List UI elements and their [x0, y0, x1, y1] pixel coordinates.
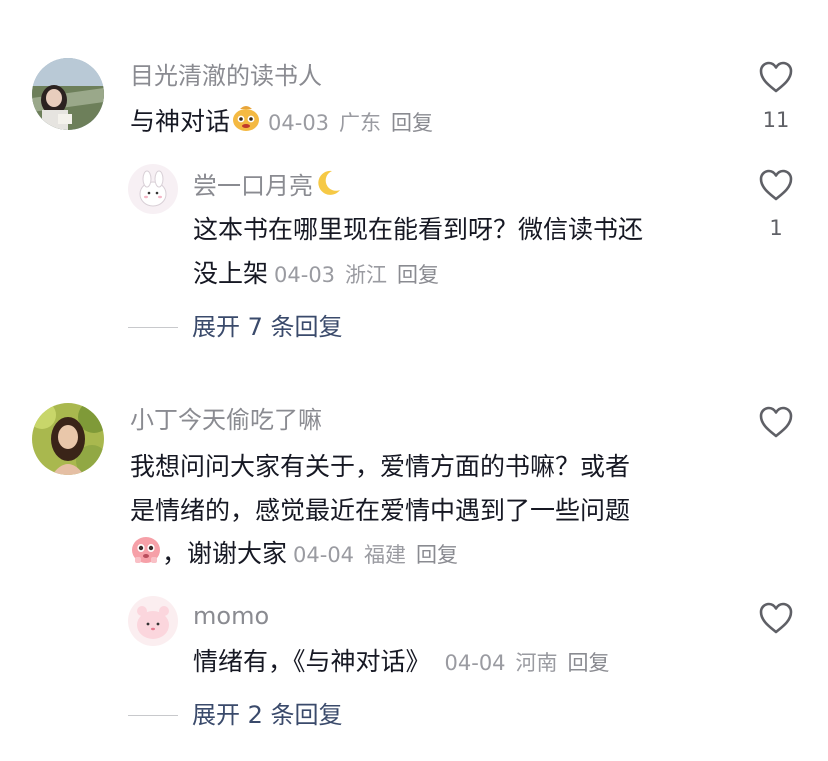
username-text: 尝一口月亮: [193, 172, 313, 200]
like-count: 11: [762, 108, 790, 132]
heart-icon: [759, 61, 793, 93]
avatar[interactable]: [32, 58, 104, 130]
reply-button[interactable]: 回复: [416, 543, 458, 567]
comment-text-line3: ，谢谢大家 04-04 福建 回复: [130, 533, 458, 577]
crescent-moon-emoji: [313, 168, 343, 206]
comment-body: 与神对话: [130, 107, 231, 136]
like-button[interactable]: [756, 405, 796, 439]
comment-text: 与神对话 04-03 广东 回复: [130, 101, 433, 145]
expand-replies-label: 展开 7 条回复: [192, 313, 343, 341]
reply-text-line1: 这本书在哪里现在能看到呀？微信读书还: [193, 215, 644, 244]
pleading-face-emoji: [130, 533, 162, 577]
username[interactable]: momo: [193, 600, 269, 632]
reply-button[interactable]: 回复: [568, 651, 610, 675]
divider: [128, 714, 178, 716]
avatar[interactable]: [128, 164, 178, 214]
reply-location: 浙江: [345, 263, 388, 287]
like-button[interactable]: [756, 60, 796, 94]
comment-text-line2: 是情绪的，感觉最近在爱情中遇到了一些问题: [130, 496, 631, 525]
comment-text-line1: 我想问问大家有关于，爱情方面的书嘛？或者: [130, 452, 631, 481]
reply-button[interactable]: 回复: [391, 111, 433, 135]
reply-date: 04-03: [274, 263, 336, 287]
reply-body: 没上架: [193, 259, 269, 288]
expand-replies[interactable]: 展开 7 条回复: [128, 311, 343, 343]
heart-icon: [759, 169, 793, 201]
username[interactable]: 尝一口月亮: [193, 168, 343, 206]
comment-date: 04-04: [293, 543, 355, 567]
username[interactable]: 目光清澈的读书人: [130, 60, 322, 92]
like-button[interactable]: [756, 168, 796, 202]
heart-icon: [759, 406, 793, 438]
reply-date: 04-04: [444, 651, 506, 675]
like-button[interactable]: [756, 601, 796, 635]
reply-location: 河南: [515, 651, 558, 675]
like-count: 1: [769, 216, 783, 240]
comment-date: 04-03: [268, 111, 330, 135]
reply-button[interactable]: 回复: [397, 263, 439, 287]
expand-replies-label: 展开 2 条回复: [192, 701, 343, 729]
comment-location: 福建: [364, 543, 407, 567]
avatar[interactable]: [32, 403, 104, 475]
heart-icon: [759, 602, 793, 634]
comment-body: ，谢谢大家: [162, 539, 288, 568]
reply-text: 情绪有，《与神对话》 04-04 河南 回复: [193, 641, 610, 684]
money-bag-face-emoji: [230, 101, 262, 145]
username[interactable]: 小丁今天偷吃了嘛: [130, 404, 322, 436]
divider: [128, 326, 178, 328]
avatar[interactable]: [128, 596, 178, 646]
reply-body: 情绪有，《与神对话》: [193, 647, 431, 676]
comment-location: 广东: [339, 111, 382, 135]
reply-text-line2: 没上架 04-03 浙江 回复: [193, 253, 439, 296]
expand-replies[interactable]: 展开 2 条回复: [128, 699, 343, 731]
